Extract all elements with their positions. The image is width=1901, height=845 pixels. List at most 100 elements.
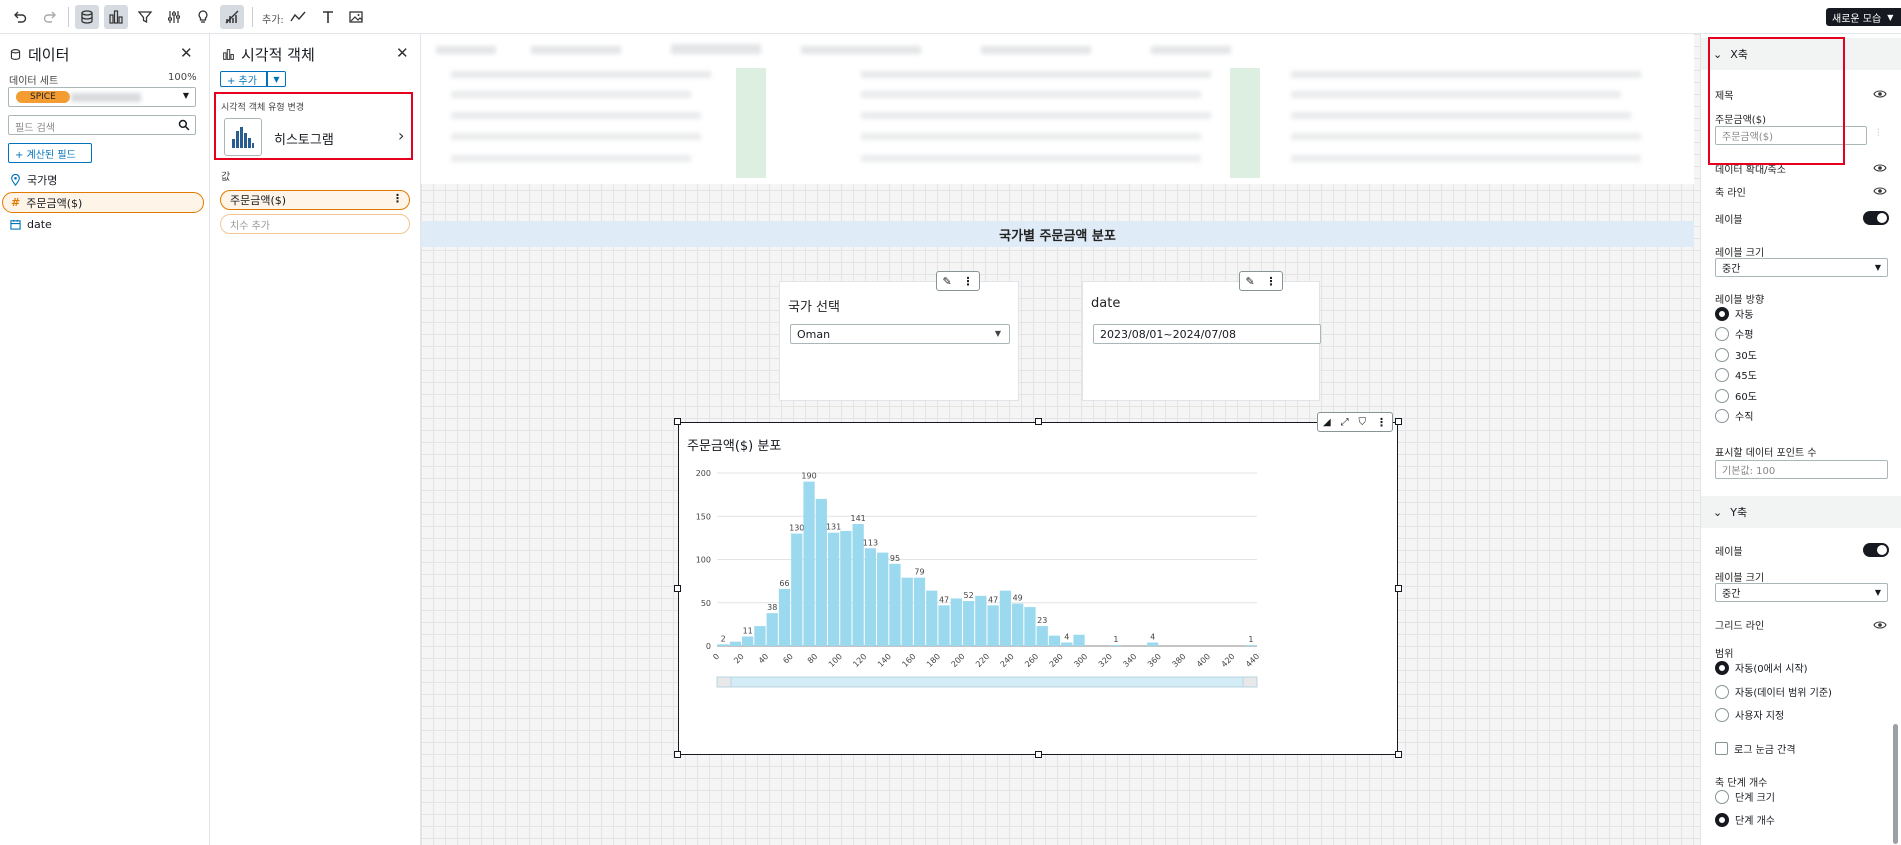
more-options-icon[interactable]: ⋮ xyxy=(963,275,974,288)
expand-icon[interactable]: ⤢ xyxy=(1341,417,1349,428)
eye-icon[interactable] xyxy=(1873,89,1887,99)
new-look-button[interactable]: 새로운 모습 ▼ xyxy=(1826,8,1901,26)
histogram-bar xyxy=(962,601,975,646)
control-title: 국가 선택 xyxy=(788,300,840,315)
field-country[interactable]: 국가명 xyxy=(10,172,57,188)
histogram-visual[interactable]: 주문금액($) 분포 0 50 100 150 200 2 11 38 66 130 190 131 1… xyxy=(678,422,1398,755)
edit-icon[interactable]: ✎ xyxy=(942,275,951,288)
date-range-input[interactable]: 2023/08/01~2024/07/08 xyxy=(1093,324,1321,344)
add-visual-button[interactable]: + 추가 xyxy=(220,71,267,87)
add-dimension-well[interactable]: 치수 추가 xyxy=(220,214,410,234)
x-tick-label: 420 xyxy=(1220,652,1237,669)
value-field-name: 주문금액($) xyxy=(230,194,287,207)
value-field-well[interactable]: 주문금액($) ⋮ xyxy=(220,190,410,210)
add-image-icon[interactable] xyxy=(344,5,368,29)
add-insight-icon[interactable] xyxy=(286,5,310,29)
zoom-handle-right xyxy=(1242,676,1258,688)
add-calculated-field-button[interactable]: + 계산된 필드 xyxy=(8,143,92,163)
add-label: 추가: xyxy=(262,15,284,26)
x-title-input[interactable]: 주문금액($) xyxy=(1715,126,1867,145)
direction-horizontal-radio[interactable]: 수평 xyxy=(1715,326,1753,341)
close-icon[interactable]: ✕ xyxy=(180,44,193,62)
histogram-bar xyxy=(729,641,742,646)
edit-icon[interactable]: ✎ xyxy=(1245,275,1254,288)
country-dropdown[interactable]: Oman ▼ xyxy=(790,324,1010,344)
spice-badge: SPICE xyxy=(16,91,70,103)
histogram-chart: 0501001502002113866130190131141113957947… xyxy=(696,469,1261,688)
add-text-icon[interactable] xyxy=(316,5,340,29)
eye-icon[interactable] xyxy=(1873,163,1887,173)
format-visual-icon[interactable] xyxy=(220,5,244,29)
dataset-select[interactable]: SPICE ▼ xyxy=(8,87,196,107)
eye-icon[interactable] xyxy=(1873,620,1887,630)
app-window: 추가: 새로운 모습 ▼ 데이터 ✕ 데이터 세트 100% SPICE ▼ 필… xyxy=(0,0,1901,845)
histogram-bar xyxy=(717,644,729,646)
parameters-icon[interactable] xyxy=(162,5,186,29)
x-label-toggle[interactable] xyxy=(1863,211,1889,225)
dataset-percent: 100% xyxy=(168,72,197,83)
lightbulb-icon[interactable] xyxy=(191,5,215,29)
y-label-toggle[interactable] xyxy=(1863,543,1889,557)
histogram-bar xyxy=(1245,645,1257,646)
redo-icon[interactable] xyxy=(38,5,62,29)
histogram-bar xyxy=(766,613,778,646)
histogram-bar xyxy=(864,548,877,646)
chevron-down-icon: ▼ xyxy=(1874,263,1881,272)
undo-icon[interactable] xyxy=(8,5,32,29)
x-tick-label: 120 xyxy=(851,652,868,669)
add-visual-dropdown[interactable]: ▼ xyxy=(267,71,286,87)
y-axis-section-header[interactable]: ⌄ Y축 xyxy=(1701,496,1901,528)
step-size-radio[interactable]: 단계 크기 xyxy=(1715,789,1775,804)
more-options-icon[interactable]: ⋮ xyxy=(392,192,403,205)
direction-30-radio[interactable]: 30도 xyxy=(1715,347,1757,362)
field-order-amount[interactable]: # 주문금액($) xyxy=(2,192,204,213)
close-icon[interactable]: ✕ xyxy=(396,44,409,62)
histogram-bar xyxy=(1012,603,1024,646)
data-label: 49 xyxy=(1013,594,1023,603)
step-count-radio[interactable]: 단계 개수 xyxy=(1715,812,1775,827)
filter-icon[interactable]: ⛉ xyxy=(1359,417,1367,428)
database-icon[interactable] xyxy=(75,5,99,29)
bar-chart-icon[interactable] xyxy=(104,5,128,29)
panel-scrollbar[interactable] xyxy=(1893,724,1898,844)
y-axis-header: Y축 xyxy=(1730,506,1748,519)
chevron-right-icon: › xyxy=(398,126,405,145)
histogram-bar xyxy=(754,626,766,646)
data-label: 52 xyxy=(963,591,973,600)
x-tick-label: 240 xyxy=(999,652,1016,669)
parameters-icon[interactable]: ⫶ xyxy=(1877,128,1880,139)
chevron-down-icon: ▼ xyxy=(994,329,1001,338)
log-scale-checkbox[interactable]: 로그 눈금 간격 xyxy=(1715,741,1796,756)
more-options-icon[interactable]: ⋮ xyxy=(1376,416,1387,429)
direction-60-radio[interactable]: 60도 xyxy=(1715,388,1757,403)
radio-label: 단계 개수 xyxy=(1735,816,1775,827)
x-tick-label: 100 xyxy=(827,652,844,669)
field-date[interactable]: date xyxy=(10,216,52,232)
range-auto-zero-radio[interactable]: 자동(0에서 시작) xyxy=(1715,660,1808,675)
data-panel: 데이터 ✕ 데이터 세트 100% SPICE ▼ 필드 검색 + 계산된 필드… xyxy=(0,34,210,845)
range-custom-radio[interactable]: 사용자 지정 xyxy=(1715,707,1784,722)
range-auto-data-radio[interactable]: 자동(데이터 범위 기준) xyxy=(1715,684,1832,699)
date-control[interactable]: ✎ ⋮ date 2023/08/01~2024/07/08 xyxy=(1082,271,1321,401)
visual-type-selector[interactable]: 히스토그램 › xyxy=(220,114,412,160)
x-label-size-select[interactable]: 중간 ▼ xyxy=(1715,258,1888,277)
field-search-input[interactable]: 필드 검색 xyxy=(8,115,196,135)
histogram-bar xyxy=(913,577,926,646)
eye-icon[interactable] xyxy=(1873,186,1887,196)
histogram-bar xyxy=(901,577,913,646)
country-control[interactable]: ✎ ⋮ 국가 선택 Oman ▼ xyxy=(779,271,1019,401)
y-label-size-select[interactable]: 중간 ▼ xyxy=(1715,583,1888,602)
x-axis-section-header[interactable]: ⌄ X축 xyxy=(1701,38,1901,70)
hash-icon: # xyxy=(11,196,21,209)
data-points-input[interactable]: 기본값: 100 xyxy=(1715,460,1888,479)
direction-auto-radio[interactable]: 자동 xyxy=(1715,306,1753,321)
search-icon xyxy=(178,119,190,131)
direction-vertical-radio[interactable]: 수직 xyxy=(1715,408,1753,423)
direction-45-radio[interactable]: 45도 xyxy=(1715,367,1757,382)
radio-label: 자동(데이터 범위 기준) xyxy=(1735,688,1832,699)
filter-icon[interactable] xyxy=(133,5,157,29)
x-tick-label: 280 xyxy=(1048,652,1065,669)
more-options-icon[interactable]: ⋮ xyxy=(1266,275,1277,288)
histogram-bar xyxy=(950,598,962,646)
format-visual-icon[interactable]: ◢ xyxy=(1323,417,1331,428)
